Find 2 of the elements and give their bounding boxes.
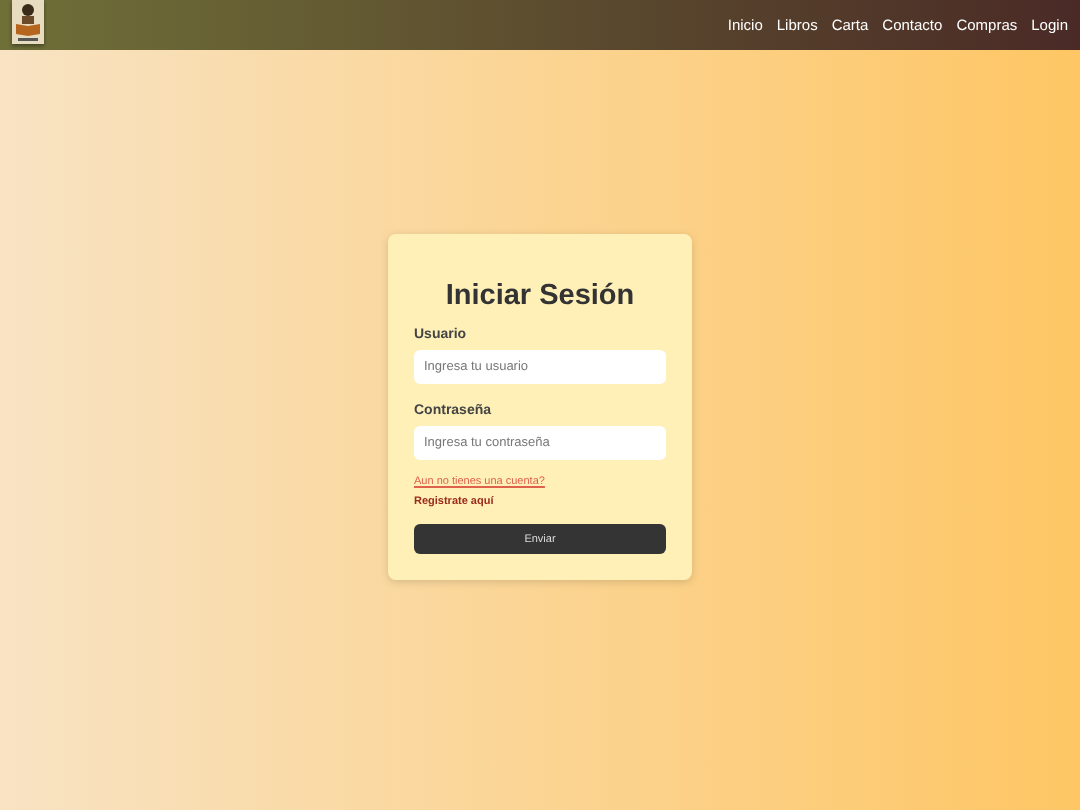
login-title: Iniciar Sesión <box>443 280 637 312</box>
logo-icon[interactable] <box>12 0 44 44</box>
